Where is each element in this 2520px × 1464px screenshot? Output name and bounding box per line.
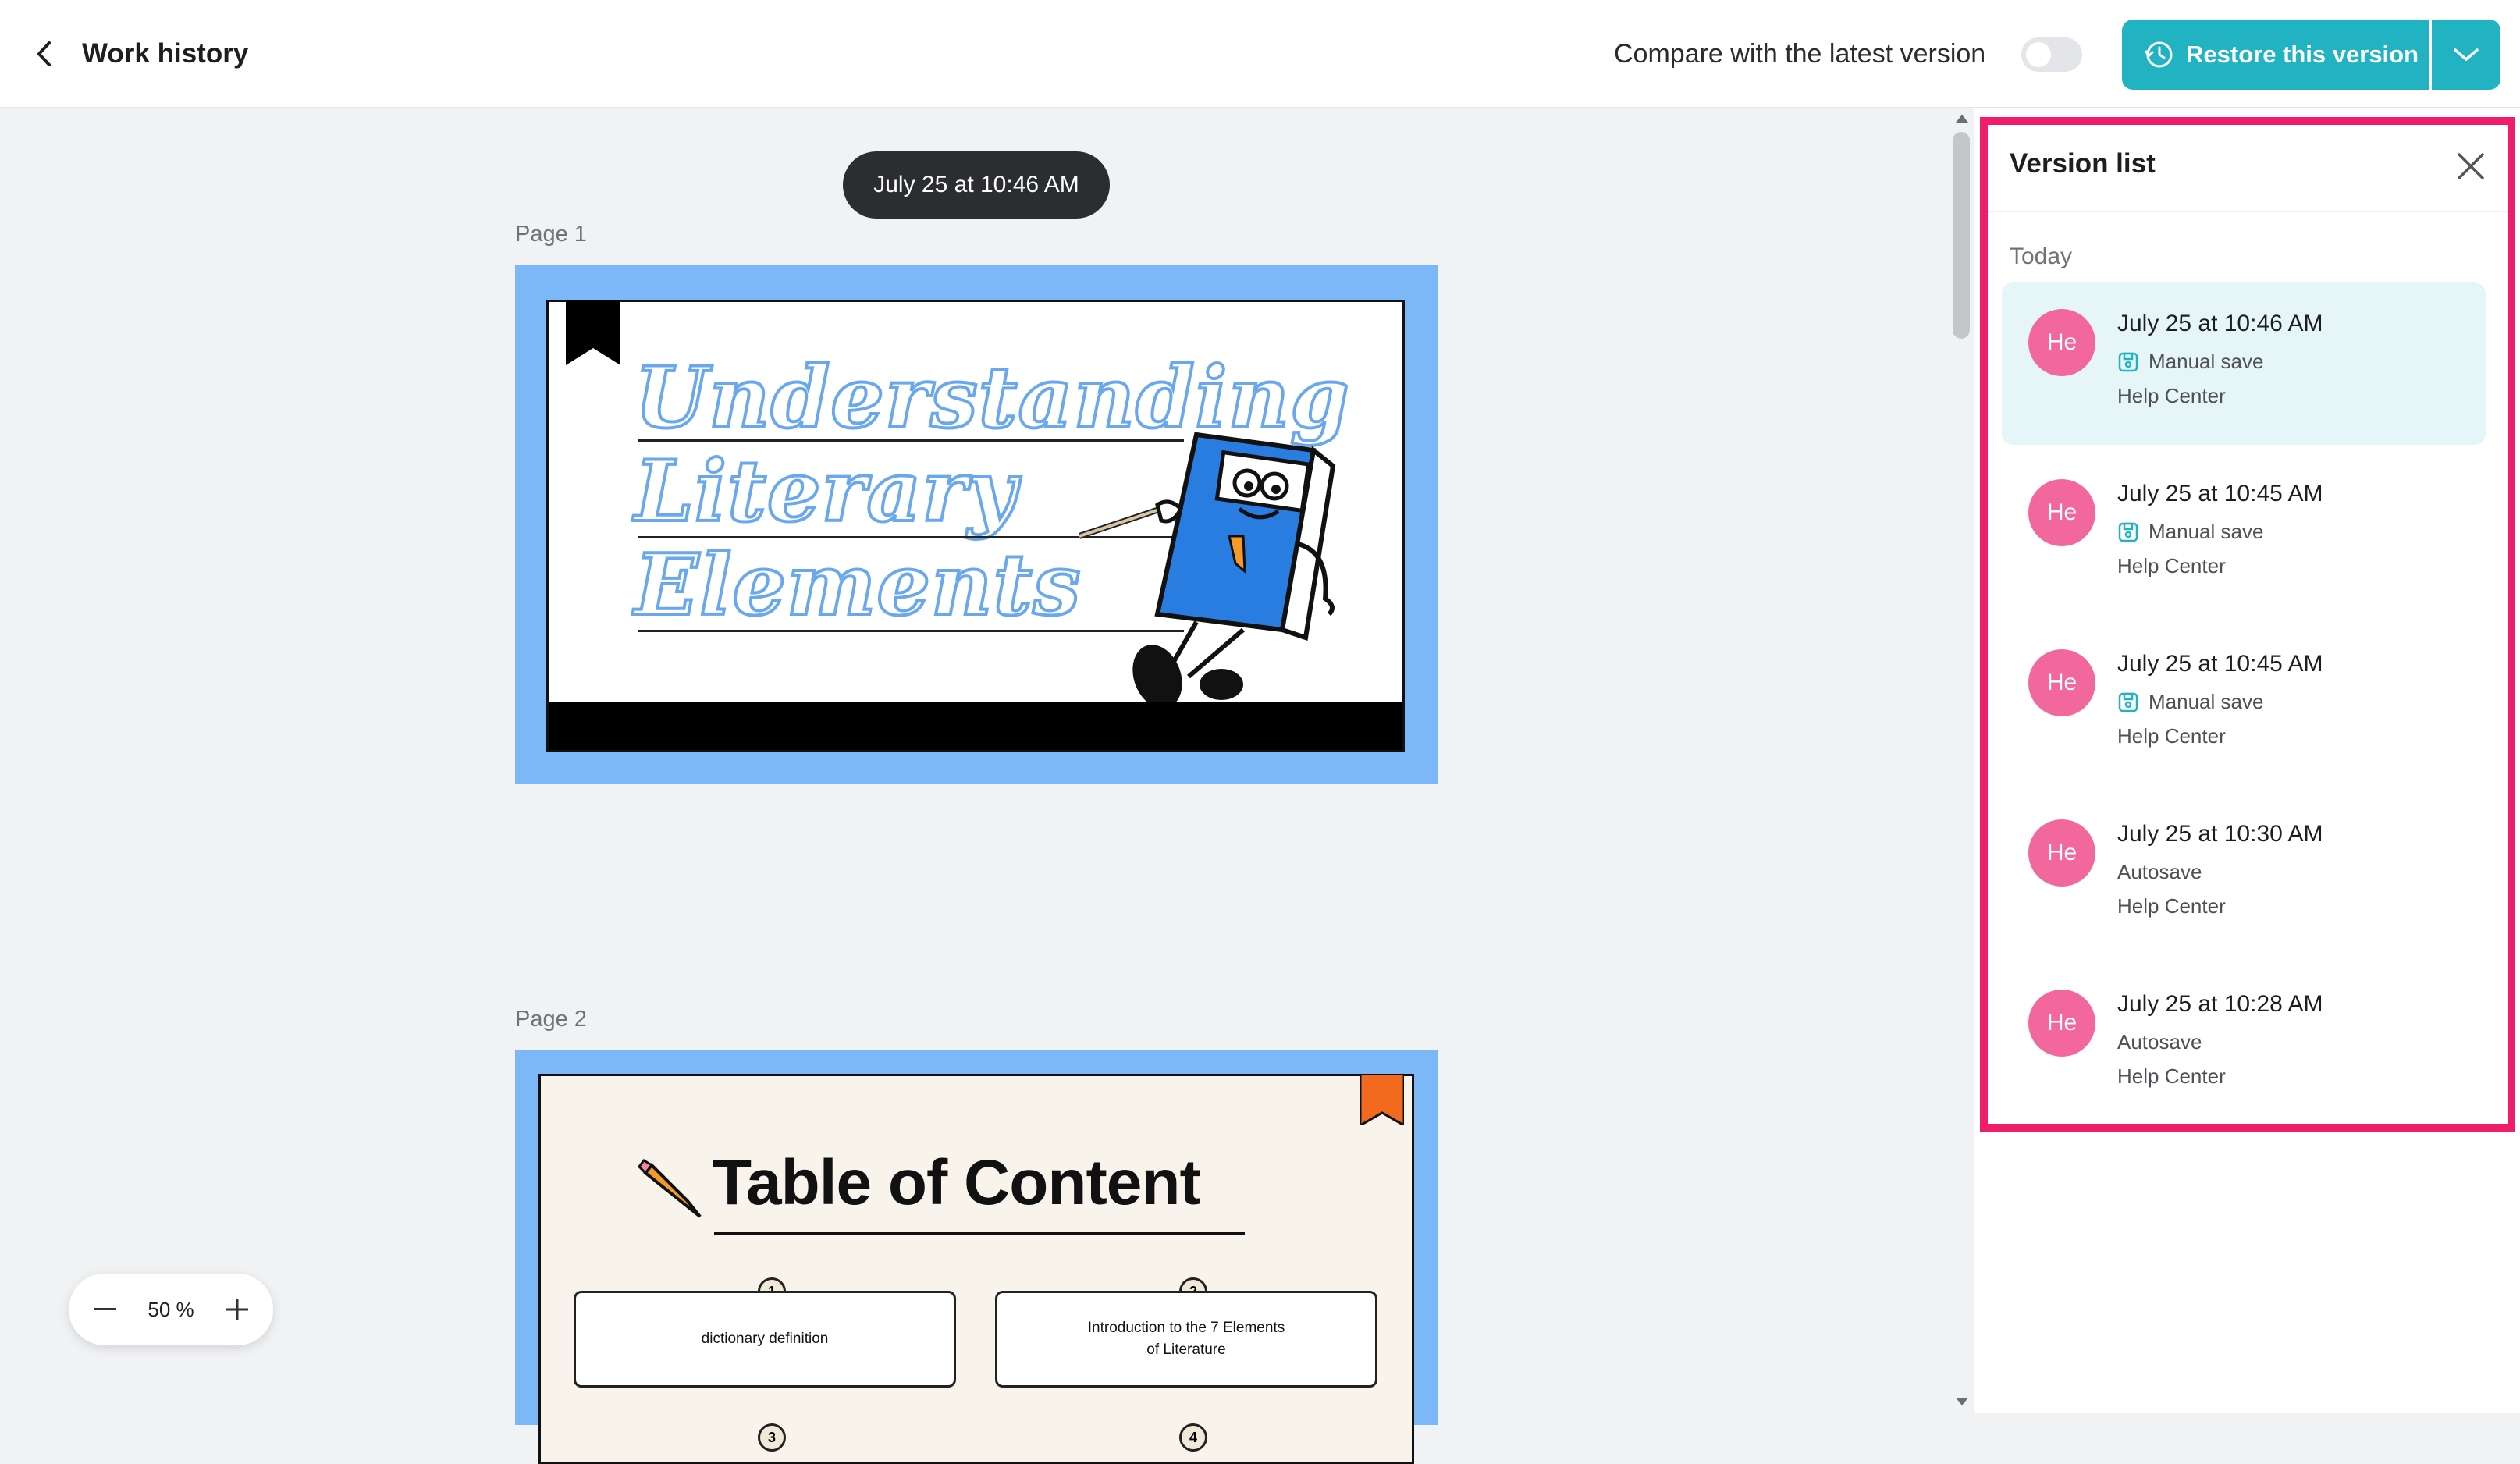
version-type: Manual save	[2117, 350, 2263, 374]
slide-frame: Table of Content 1 dictionary definition…	[538, 1074, 1414, 1464]
panel-header: Version list	[1988, 125, 2508, 212]
avatar: He	[2028, 309, 2095, 376]
restore-label: Restore this version	[2186, 41, 2419, 68]
version-date: July 25 at 10:46 AM	[2117, 311, 2323, 336]
toggle-knob	[2026, 42, 2051, 67]
version-user: Help Center	[2117, 1064, 2226, 1088]
version-date: July 25 at 10:28 AM	[2117, 991, 2323, 1017]
version-type: Autosave	[2117, 860, 2202, 884]
zoom-number: 50	[148, 1297, 171, 1321]
version-date: July 25 at 10:45 AM	[2117, 481, 2323, 506]
scroll-down-arrow[interactable]	[1956, 1398, 1968, 1405]
panel-title: Version list	[2010, 148, 2156, 179]
version-date: July 25 at 10:45 AM	[2117, 651, 2323, 677]
version-type: Manual save	[2117, 520, 2263, 544]
back-button[interactable]	[28, 36, 59, 72]
toc-number: 4	[1179, 1423, 1207, 1452]
toc-underline	[714, 1232, 1245, 1235]
minus-icon	[94, 1308, 116, 1310]
toc-item: Introduction to the 7 Elements of Litera…	[995, 1291, 1377, 1388]
restore-options-dropdown[interactable]	[2432, 20, 2500, 90]
bookmark-icon	[1360, 1074, 1404, 1125]
save-icon	[2118, 692, 2138, 712]
toc-number: 3	[758, 1423, 786, 1452]
version-item[interactable]: He July 25 at 10:45 AM Manual save Help …	[2002, 453, 2486, 615]
version-item[interactable]: He July 25 at 10:45 AM Manual save Help …	[2002, 623, 2486, 785]
chevron-down-icon	[2454, 48, 2479, 61]
version-user: Help Center	[2117, 724, 2226, 748]
avatar: He	[2028, 990, 2095, 1057]
version-type: Manual save	[2117, 690, 2263, 714]
zoom-unit: %	[176, 1297, 194, 1321]
group-label-today: Today	[2010, 243, 2073, 269]
version-user: Help Center	[2117, 554, 2226, 577]
scroll-up-arrow[interactable]	[1956, 115, 1968, 123]
version-type-label: Autosave	[2117, 860, 2202, 883]
bookmark-icon	[566, 300, 620, 365]
restore-clock-icon	[2145, 41, 2173, 68]
toc-item: dictionary definition	[574, 1291, 956, 1388]
zoom-value: 50 %	[148, 1298, 194, 1322]
save-icon	[2118, 522, 2138, 542]
slide-page-1[interactable]: Understanding Literary Elements	[515, 265, 1438, 784]
restore-version-button[interactable]: Restore this version	[2122, 20, 2429, 90]
version-user: Help Center	[2117, 894, 2226, 918]
scroll-thumb[interactable]	[1953, 132, 1970, 339]
version-user: Help Center	[2117, 384, 2226, 407]
canvas-scrollbar[interactable]	[1950, 108, 1974, 1413]
zoom-control: 50 %	[69, 1274, 273, 1345]
version-date: July 25 at 10:30 AM	[2117, 821, 2323, 847]
version-type: Autosave	[2117, 1030, 2202, 1054]
version-item[interactable]: He July 25 at 10:30 AM Autosave Help Cen…	[2002, 793, 2486, 955]
version-list-panel: Version list Today He July 25 at 10:46 A…	[1980, 117, 2515, 1132]
slide-title-line-3: Elements	[633, 535, 1082, 636]
avatar: He	[2028, 479, 2095, 546]
slide-title-line-2: Literary	[633, 441, 1018, 542]
version-item[interactable]: He July 25 at 10:46 AM Manual save Help …	[2002, 282, 2486, 445]
version-type-label: Manual save	[2149, 520, 2264, 543]
zoom-out-button[interactable]	[89, 1294, 120, 1325]
chevron-left-icon	[37, 41, 51, 66]
version-type-label: Manual save	[2149, 350, 2264, 373]
version-type-label: Manual save	[2149, 690, 2264, 713]
page-label: Page 1	[515, 222, 587, 247]
compare-label: Compare with the latest version	[1614, 39, 1986, 69]
pencil-icon	[638, 1159, 702, 1218]
version-type-label: Autosave	[2117, 1030, 2202, 1054]
slide-page-2[interactable]: Table of Content 1 dictionary definition…	[515, 1050, 1438, 1464]
version-date-pill: July 25 at 10:46 AM	[843, 151, 1110, 219]
compare-toggle[interactable]	[2021, 37, 2082, 72]
avatar: He	[2028, 819, 2095, 887]
save-icon	[2118, 352, 2138, 371]
page-label: Page 2	[515, 1007, 587, 1032]
slide-bottom-bar	[549, 702, 1402, 750]
page-title: Work history	[82, 38, 249, 69]
plus-icon	[226, 1299, 248, 1320]
version-item[interactable]: He July 25 at 10:28 AM Autosave Help Cen…	[2002, 963, 2486, 1125]
top-bar: Work history Compare with the latest ver…	[0, 0, 2520, 108]
close-icon[interactable]	[2453, 148, 2489, 184]
slide-frame: Understanding Literary Elements	[546, 300, 1405, 752]
toc-title: Table of Content	[713, 1147, 1201, 1218]
book-mascot-illustration	[1079, 432, 1336, 709]
zoom-in-button[interactable]	[222, 1294, 253, 1325]
avatar: He	[2028, 649, 2095, 716]
